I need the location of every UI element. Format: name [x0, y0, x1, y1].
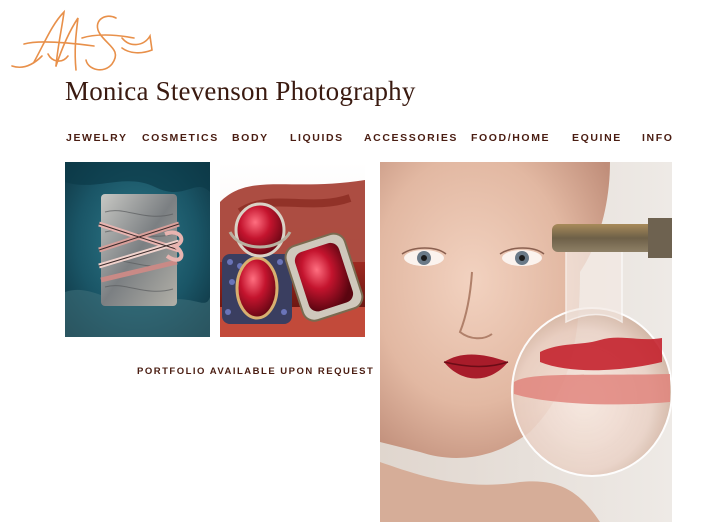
portfolio-note: PORTFOLIO AVAILABLE UPON REQUEST: [137, 366, 375, 377]
nav-item-food-home[interactable]: FOOD/HOME: [471, 132, 550, 144]
ruby-rings-photo[interactable]: [220, 162, 365, 337]
main-nav: JEWELRY COSMETICS BODY LIQUIDS ACCESSORI…: [0, 132, 706, 148]
nav-item-jewelry[interactable]: JEWELRY: [66, 132, 128, 144]
jewelry-ribbon-photo[interactable]: [65, 162, 210, 337]
nav-item-info[interactable]: INFO: [642, 132, 673, 144]
nav-item-equine[interactable]: EQUINE: [572, 132, 622, 144]
nav-item-cosmetics[interactable]: COSMETICS: [142, 132, 219, 144]
nav-item-accessories[interactable]: ACCESSORIES: [364, 132, 458, 144]
site-title[interactable]: Monica Stevenson Photography: [65, 76, 416, 107]
nav-item-liquids[interactable]: LIQUIDS: [290, 132, 344, 144]
nav-item-body[interactable]: BODY: [232, 132, 269, 144]
model-flask-photo[interactable]: [380, 162, 672, 522]
site-logo[interactable]: [4, 4, 154, 80]
monogram-logo-icon: [11, 9, 153, 71]
